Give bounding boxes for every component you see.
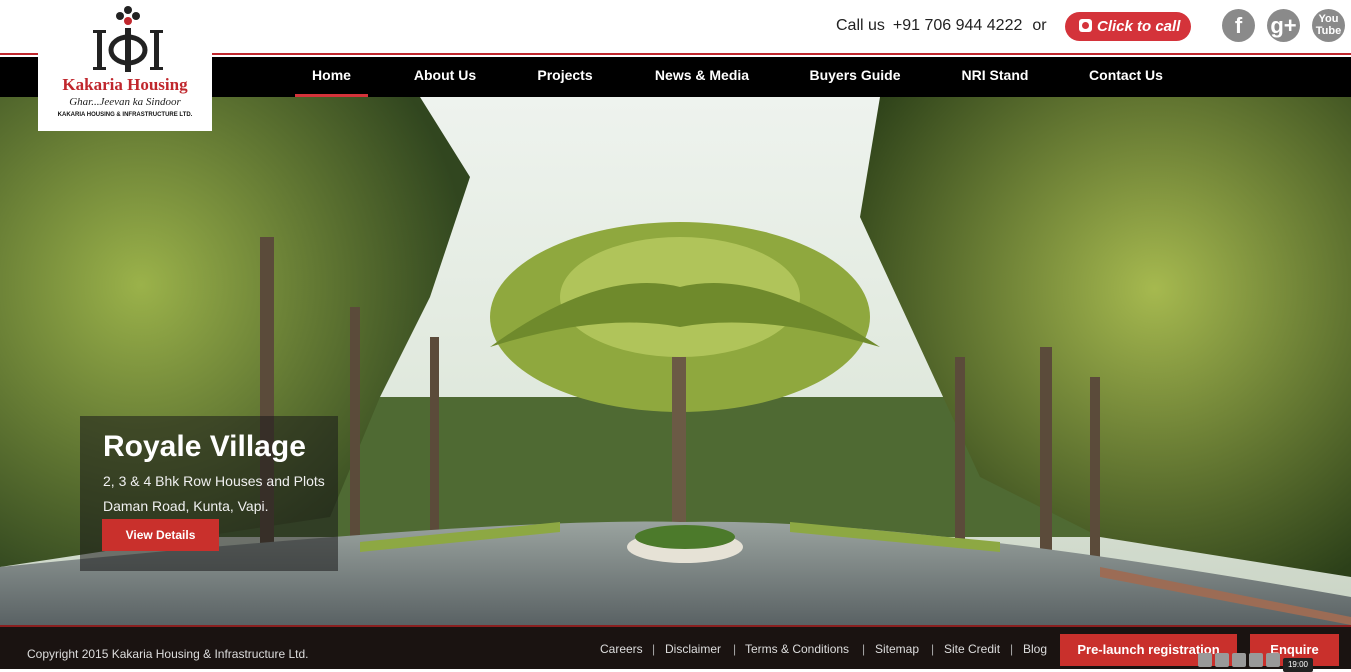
tray-icon[interactable] (1198, 653, 1212, 667)
or-text: or (1032, 17, 1047, 34)
project-location: Daman Road, Kunta, Vapi. (103, 498, 269, 514)
copyright-text: Copyright 2015 Kakaria Housing & Infrast… (27, 647, 309, 661)
footer-link-careers[interactable]: Careers (600, 642, 643, 656)
nav-news-media[interactable]: News & Media (648, 57, 756, 97)
google-plus-icon[interactable]: g+ (1267, 9, 1300, 42)
tray-icon[interactable] (1232, 653, 1246, 667)
call-label: Call us (836, 17, 885, 34)
youtube-icon[interactable]: You Tube (1312, 9, 1345, 42)
click-to-call-button[interactable]: Click to call (1065, 12, 1191, 41)
logo-company: KAKARIA HOUSING & INFRASTRUCTURE LTD. (57, 112, 193, 118)
logo-tagline: Ghar...Jeevan ka Sindoor (69, 96, 181, 108)
nav-projects[interactable]: Projects (528, 57, 602, 97)
footer-separator: | (652, 642, 656, 656)
footer-link-disclaimer[interactable]: Disclaimer (665, 642, 721, 656)
footer-link-sitemap[interactable]: Sitemap (875, 642, 919, 656)
tray-icon[interactable] (1266, 653, 1280, 667)
footer-separator: | (733, 642, 737, 656)
footer: Copyright 2015 Kakaria Housing & Infrast… (0, 625, 1351, 669)
tray-icon[interactable] (1249, 653, 1263, 667)
system-tray: 19:00 (1195, 651, 1325, 672)
footer-separator: | (1010, 642, 1014, 656)
project-description: 2, 3 & 4 Bhk Row Houses and Plots (103, 473, 325, 489)
logo-mark-icon (93, 6, 163, 72)
hero-caption: Royale Village 2, 3 & 4 Bhk Row Houses a… (80, 416, 338, 571)
nav-buyers-guide[interactable]: Buyers Guide (803, 57, 907, 97)
call-info: Call us +91 706 944 4222 or (836, 17, 1047, 35)
nav-contact-us[interactable]: Contact Us (1082, 57, 1170, 97)
project-title: Royale Village (103, 430, 306, 463)
tray-icon[interactable] (1215, 653, 1229, 667)
nav-about-us[interactable]: About Us (405, 57, 485, 97)
view-details-button[interactable]: View Details (102, 519, 219, 551)
footer-separator: | (862, 642, 866, 656)
footer-link-site-credit[interactable]: Site Credit (944, 642, 1000, 656)
footer-link-blog[interactable]: Blog (1023, 642, 1047, 656)
phone-number[interactable]: +91 706 944 4222 (893, 17, 1022, 34)
footer-link-terms[interactable]: Terms & Conditions (745, 642, 849, 656)
nav-nri-stand[interactable]: NRI Stand (953, 57, 1037, 97)
facebook-icon[interactable]: f (1222, 9, 1255, 42)
footer-separator: | (931, 642, 935, 656)
click-to-call-label: Click to call (1097, 18, 1181, 35)
logo-name: Kakaria Housing (62, 75, 188, 94)
nav-home[interactable]: Home (295, 57, 368, 97)
phone-icon (1079, 19, 1092, 32)
site-logo[interactable]: Kakaria Housing Ghar...Jeevan ka Sindoor… (38, 0, 212, 131)
tray-clock: 19:00 (1283, 658, 1313, 672)
